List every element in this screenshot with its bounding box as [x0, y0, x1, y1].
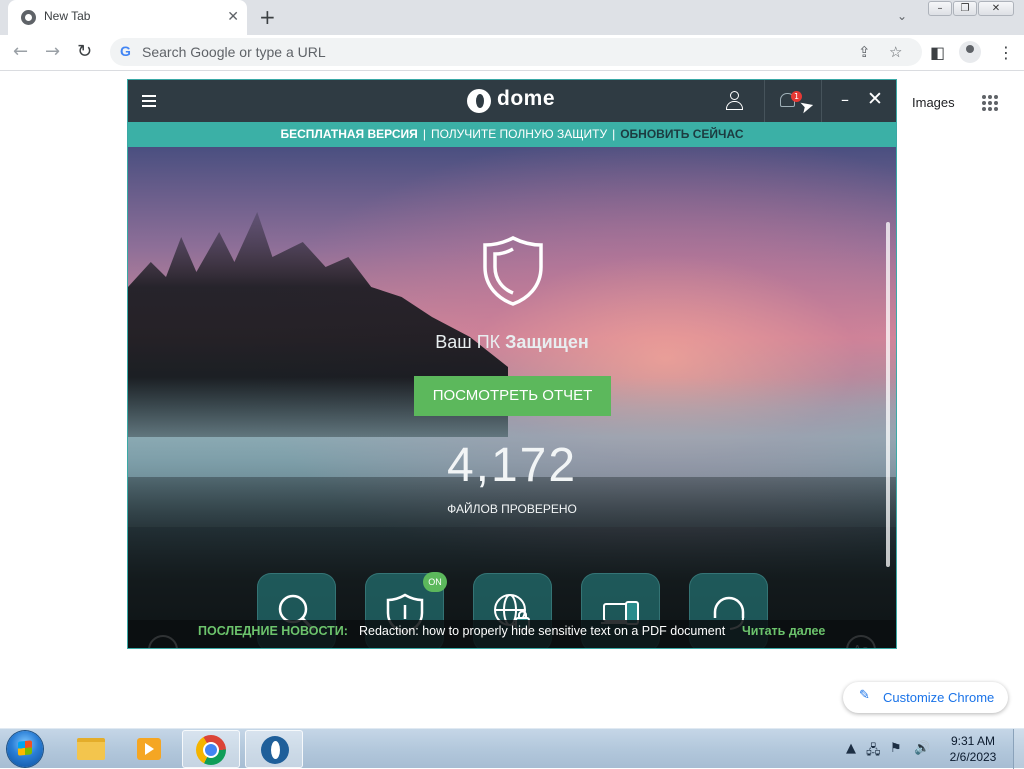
hero-background: Ваш ПК Защищен ПОСМОТРЕТЬ ОТЧЕТ 4,172 ФА…: [128, 147, 896, 648]
get-protection-label: ПОЛУЧИТЕ ПОЛНУЮ ЗАЩИТУ: [430, 127, 608, 141]
side-panel-icon[interactable]: ◧: [930, 43, 945, 62]
chrome-favicon-icon: [21, 10, 36, 25]
promo-separator: |: [612, 127, 616, 141]
pencil-icon: ✎: [859, 688, 870, 703]
protection-shield-icon: [483, 236, 543, 306]
panda-logo-icon: [467, 89, 491, 113]
taskbar-media-player[interactable]: [120, 730, 178, 768]
network-icon[interactable]: 🖧: [866, 741, 881, 763]
free-version-label: БЕСПЛАТНАЯ ВЕРСИЯ: [280, 127, 418, 141]
tab-search-chevron-icon[interactable]: ⌄: [897, 9, 907, 23]
dome-close-button[interactable]: ✕: [867, 88, 883, 110]
system-clock[interactable]: 9:31 AM 2/6/2023: [938, 733, 1008, 765]
dome-minimize-button[interactable]: –: [841, 90, 849, 109]
google-apps-icon[interactable]: [982, 95, 998, 111]
tab-strip: New Tab ✕ + ⌄ – ❐ ✕: [0, 0, 1024, 35]
protection-status: Ваш ПК Защищен: [128, 332, 896, 353]
dome-logo: dome: [467, 87, 559, 114]
titlebar-divider: [764, 80, 765, 122]
tab-close-icon[interactable]: ✕: [227, 8, 239, 26]
show-desktop-button[interactable]: [1013, 729, 1024, 769]
news-headline[interactable]: Redaction: how to properly hide sensitiv…: [359, 620, 725, 642]
menu-kebab-icon[interactable]: ⋮: [998, 43, 1014, 62]
news-label: ПОСЛЕДНИЕ НОВОСТИ:: [198, 624, 348, 638]
files-scanned-label: ФАЙЛОВ ПРОВЕРЕНО: [447, 502, 577, 516]
hamburger-menu-icon[interactable]: [142, 95, 156, 107]
google-g-icon: G: [120, 43, 131, 59]
window-close-button[interactable]: ✕: [978, 1, 1014, 16]
forward-arrow-icon[interactable]: →: [45, 42, 60, 62]
panda-dome-icon: [261, 736, 289, 764]
status-value: Защищен: [505, 332, 589, 352]
folder-icon: [77, 738, 105, 760]
new-tab-button[interactable]: +: [259, 5, 276, 29]
back-arrow-icon[interactable]: ←: [13, 42, 28, 62]
dome-logo-text: dome: [497, 87, 556, 110]
clock-time: 9:31 AM: [950, 734, 996, 748]
user-account-icon[interactable]: [725, 91, 743, 111]
media-player-icon: [137, 738, 161, 760]
omnibox-placeholder: Search Google or type a URL: [142, 44, 326, 60]
read-more-link[interactable]: Читать далее: [742, 620, 825, 642]
reload-icon[interactable]: ↻: [77, 42, 92, 62]
dome-window: dome 1 ➤ – ✕ БЕСПЛАТНАЯ ВЕРСИЯ | ПОЛУЧИТЕ …: [127, 79, 897, 649]
dome-titlebar: dome 1 ➤ – ✕: [128, 80, 896, 122]
chrome-icon: [196, 735, 226, 765]
show-hidden-icons-icon[interactable]: ▲: [846, 741, 856, 756]
customize-chrome-label: Customize Chrome: [883, 690, 995, 705]
promo-banner: БЕСПЛАТНАЯ ВЕРСИЯ | ПОЛУЧИТЕ ПОЛНУЮ ЗАЩИТУ…: [128, 122, 896, 147]
profile-avatar-icon[interactable]: [959, 41, 981, 63]
browser-toolbar: ← → ↻ G Search Google or type a URL ⇪ ☆ …: [0, 35, 1024, 71]
view-report-button[interactable]: ПОСМОТРЕТЬ ОТЧЕТ: [414, 376, 611, 416]
taskbar-dome[interactable]: [245, 730, 303, 768]
images-link[interactable]: Images: [912, 95, 955, 110]
news-bar: ПОСЛЕДНИЕ НОВОСТИ: Redaction: how to pro…: [128, 620, 896, 648]
window-minimize-button[interactable]: –: [928, 1, 952, 16]
titlebar-divider: [821, 80, 822, 122]
upgrade-now-link[interactable]: ОБНОВИТЬ СЕЙЧАС: [620, 127, 743, 141]
taskbar-chrome[interactable]: [182, 730, 240, 768]
share-icon[interactable]: ⇪: [858, 43, 871, 61]
customize-chrome-button[interactable]: ✎ Customize Chrome: [843, 682, 1008, 713]
antivirus-on-badge: ON: [423, 572, 447, 592]
tab-title: New Tab: [44, 9, 91, 23]
omnibox[interactable]: G Search Google or type a URL ⇪ ☆: [110, 38, 922, 66]
bookmark-star-icon[interactable]: ☆: [889, 43, 902, 61]
clock-date: 2/6/2023: [949, 750, 997, 764]
window-restore-button[interactable]: ❐: [953, 1, 977, 16]
volume-icon[interactable]: 🔊: [914, 741, 930, 756]
mouse-cursor-icon: ➤: [797, 95, 817, 119]
windows-taskbar: ▲ 🖧 ⚑ 🔊 9:31 AM 2/6/2023: [0, 728, 1024, 769]
promo-separator: |: [422, 127, 426, 141]
taskbar-explorer[interactable]: [60, 730, 118, 768]
start-button[interactable]: [7, 731, 43, 767]
tab-new-tab[interactable]: New Tab ✕: [8, 0, 247, 35]
action-center-flag-icon[interactable]: ⚑: [890, 741, 902, 756]
files-scanned-count: 4,172: [446, 439, 578, 492]
status-prefix: Ваш ПК: [435, 332, 506, 352]
